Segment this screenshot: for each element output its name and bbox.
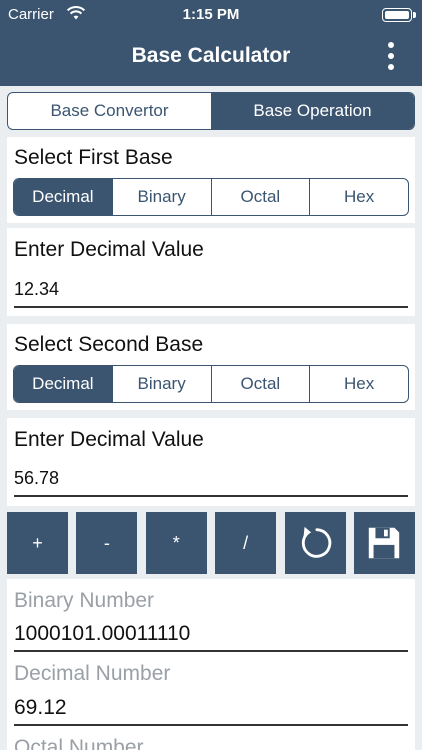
operation-buttons: + - * /: [7, 512, 415, 574]
save-icon: [369, 527, 400, 559]
second-base-option-binary[interactable]: Binary: [111, 366, 211, 402]
first-value-card: Enter Decimal Value 12.34: [7, 228, 415, 316]
first-base-label: Select First Base: [14, 146, 173, 169]
tab-base-convertor[interactable]: Base Convertor: [8, 93, 211, 129]
second-value-underline: [14, 495, 408, 497]
refresh-icon: [301, 526, 332, 558]
decimal-result-underline: [14, 724, 408, 726]
nav-bar: Base Calculator: [0, 30, 422, 86]
first-base-option-binary[interactable]: Binary: [111, 179, 211, 215]
status-time: 1:15 PM: [182, 6, 240, 23]
first-base-option-decimal[interactable]: Decimal: [14, 179, 112, 215]
decimal-result-value: 69.12: [14, 696, 67, 719]
battery-icon: [382, 8, 416, 22]
first-value-underline: [14, 306, 408, 308]
second-base-segmented-control: Decimal Binary Octal Hex: [13, 365, 409, 403]
binary-result-underline: [14, 650, 408, 652]
tab-base-operation[interactable]: Base Operation: [211, 93, 414, 129]
second-value-label: Enter Decimal Value: [14, 428, 204, 451]
first-base-segmented-control: Decimal Binary Octal Hex: [13, 178, 409, 216]
second-value-card: Enter Decimal Value 56.78: [7, 418, 415, 506]
more-vertical-icon[interactable]: [386, 42, 396, 74]
reset-button[interactable]: [284, 512, 346, 574]
page-title: Base Calculator: [131, 44, 291, 67]
first-base-option-octal[interactable]: Octal: [210, 179, 310, 215]
first-value-label: Enter Decimal Value: [14, 238, 204, 261]
multiply-button[interactable]: *: [145, 512, 207, 574]
first-base-option-hex[interactable]: Hex: [309, 179, 408, 215]
first-value-input[interactable]: 12.34: [14, 279, 59, 300]
second-value-input[interactable]: 56.78: [14, 468, 59, 489]
divide-button[interactable]: /: [215, 512, 277, 574]
decimal-result-label: Decimal Number: [14, 662, 171, 685]
second-base-option-hex[interactable]: Hex: [309, 366, 408, 402]
second-base-option-decimal[interactable]: Decimal: [14, 366, 112, 402]
binary-result-label: Binary Number: [14, 589, 155, 612]
add-button[interactable]: +: [7, 512, 68, 574]
second-base-option-octal[interactable]: Octal: [210, 366, 310, 402]
results-panel: Binary Number 1000101.00011110 Decimal N…: [7, 579, 415, 750]
second-base-card: Select Second Base Decimal Binary Octal …: [7, 324, 415, 410]
binary-result-value: 1000101.00011110: [14, 622, 191, 645]
mode-tabs: Base Convertor Base Operation: [7, 92, 415, 130]
subtract-button[interactable]: -: [76, 512, 138, 574]
second-base-label: Select Second Base: [14, 333, 204, 356]
first-base-card: Select First Base Decimal Binary Octal H…: [7, 137, 415, 223]
save-button[interactable]: [353, 512, 415, 574]
octal-result-label: Octal Number: [14, 736, 144, 750]
status-bar: Carrier 1:15 PM: [0, 0, 422, 30]
